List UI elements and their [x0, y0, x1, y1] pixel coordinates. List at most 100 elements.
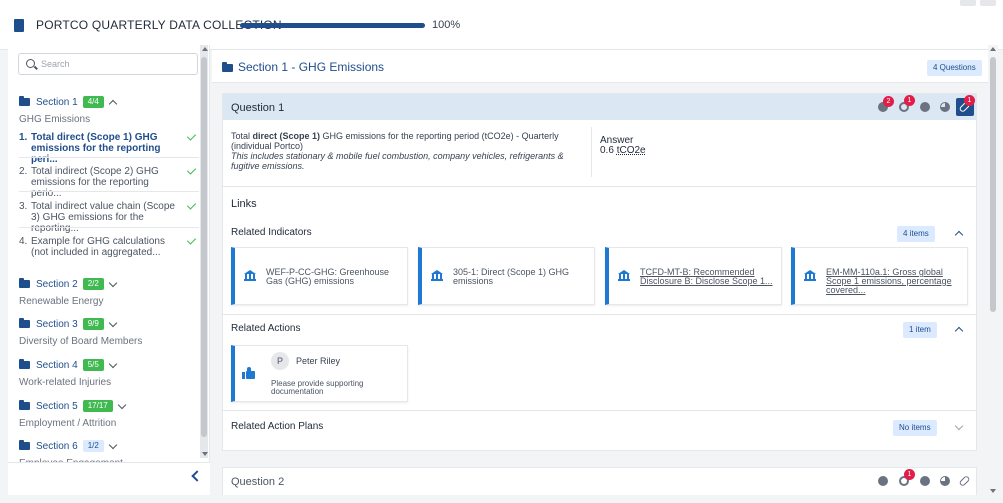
scroll-down-icon[interactable]	[990, 489, 996, 493]
indicator-label: WEF-P-CC-GHG: Greenhouse Gas (GHG) emiss…	[266, 267, 390, 286]
sidebar-section-4[interactable]: Section 4 5/5 Work-related Injuries	[19, 358, 118, 388]
section-heading: Section 1 - GHG Emissions	[238, 60, 384, 74]
question-text-start: Total	[231, 131, 253, 141]
question-text: Total indirect value chain (Scope 3) GHG…	[31, 201, 175, 234]
section-progress-badge: 2/2	[82, 278, 104, 290]
indicator-label: 305-1: Direct (Scope 1) GHG emissions	[453, 267, 570, 286]
search-input[interactable]	[41, 57, 191, 71]
question-text: Total indirect (Scope 2) GHG emissions f…	[31, 166, 159, 199]
window-control-button[interactable]	[980, 0, 996, 6]
actions-count-badge: 1 item	[903, 322, 937, 338]
question-number: 3.	[19, 201, 28, 212]
document-icon	[14, 19, 24, 32]
indicator-link[interactable]: TCFD-MT-B: Recommended Disclosure B: Dis…	[640, 268, 775, 286]
folder-icon	[19, 440, 30, 450]
question-card: Question 1 2 1 1 Total direct (Scope 1) …	[222, 93, 977, 451]
question-header[interactable]: Question 1 2 1 1	[223, 94, 976, 120]
section-label: Section 2	[36, 278, 78, 290]
section-label: Section 3	[36, 318, 78, 330]
chevron-down-icon[interactable]	[108, 359, 118, 368]
related-action-plans-heading: Related Action Plans	[231, 421, 324, 432]
question-text: Total direct (Scope 1) GHG emissions for…	[231, 131, 581, 171]
sidebar-question-4[interactable]: 4. Example for GHG calculations (not inc…	[19, 235, 197, 258]
sidebar-question-1[interactable]: 1. Total direct (Scope 1) GHG emissions …	[19, 131, 197, 165]
section-label: Section 1	[36, 96, 78, 108]
scroll-up-icon[interactable]	[990, 47, 996, 51]
search-box[interactable]	[18, 53, 198, 75]
link-icon[interactable]	[958, 474, 971, 488]
folder-icon	[19, 359, 30, 369]
scrollbar-thumb[interactable]	[201, 57, 207, 437]
section-progress-badge: 4/4	[82, 96, 104, 108]
indicator-card[interactable]: 305-1: Direct (Scope 1) GHG emissions	[418, 247, 595, 305]
scrollbar-thumb[interactable]	[990, 57, 996, 312]
clock-icon[interactable]	[920, 476, 930, 486]
link-count-badge: 1	[964, 95, 975, 106]
clock-icon[interactable]	[920, 102, 930, 112]
chevron-down-icon[interactable]	[108, 278, 118, 287]
sidebar-question-2[interactable]: 2. Total indirect (Scope 2) GHG emission…	[19, 165, 197, 199]
chevron-down-icon[interactable]	[954, 421, 964, 431]
section-progress-badge: 17/17	[82, 400, 113, 412]
question-number: 1.	[19, 132, 28, 143]
question-text: Total direct (Scope 1) GHG emissions for…	[31, 132, 161, 165]
sidebar-section-2[interactable]: Section 2 2/2 Renewable Energy	[19, 277, 118, 307]
divider	[223, 314, 976, 315]
chevron-up-icon[interactable]	[954, 326, 964, 336]
section-name: Employment / Attrition	[19, 418, 117, 429]
divider	[223, 410, 976, 411]
section-label: Section 4	[36, 359, 78, 371]
section-header: Section 1 - GHG Emissions 4 Questions	[212, 50, 988, 83]
indicator-link[interactable]: EM-MM-110a.1: Gross global Scope 1 emiss…	[826, 268, 961, 295]
chevron-up-icon[interactable]	[108, 99, 118, 108]
sidebar: Section 1 4/4 GHG Emissions 1. Total dir…	[8, 45, 210, 495]
sidebar-scrollbar[interactable]	[200, 45, 208, 458]
section-name: Work-related Injuries	[19, 377, 112, 388]
sidebar-question-3[interactable]: 3. Total indirect value chain (Scope 3) …	[19, 200, 197, 234]
chevron-down-icon[interactable]	[108, 318, 118, 327]
question-card[interactable]: Question 2 1	[222, 467, 977, 495]
divider	[19, 157, 199, 158]
section-progress-badge: 5/5	[82, 359, 104, 371]
sidebar-section-3[interactable]: Section 3 9/9 Diversity of Board Members	[19, 317, 142, 347]
progress-bar	[240, 23, 425, 28]
progress-bar-fill	[240, 23, 425, 28]
scroll-up-icon[interactable]	[202, 47, 208, 51]
divider	[591, 127, 592, 177]
check-icon	[186, 131, 197, 141]
institution-icon	[431, 270, 443, 281]
window-control-button[interactable]	[960, 0, 976, 6]
section-progress-badge: 1/2	[82, 440, 104, 452]
question-text-bold: direct (Scope 1)	[252, 131, 321, 141]
section-label: Section 6	[36, 440, 78, 452]
indicator-card[interactable]: TCFD-MT-B: Recommended Disclosure B: Dis…	[605, 247, 782, 305]
chevron-down-icon[interactable]	[117, 400, 126, 409]
progress-label: 100%	[432, 19, 461, 31]
answer-number: 0.6	[600, 145, 614, 156]
question-number: 2.	[19, 166, 28, 177]
question-number: 4.	[19, 236, 28, 247]
question-title: Question 2	[231, 476, 285, 488]
indicator-card[interactable]: WEF-P-CC-GHG: Greenhouse Gas (GHG) emiss…	[231, 247, 408, 305]
chevron-up-icon[interactable]	[954, 230, 964, 240]
section-name: Diversity of Board Members	[19, 336, 143, 347]
section-progress-badge: 9/9	[82, 318, 104, 330]
sidebar-section-1[interactable]: Section 1 4/4 GHG Emissions	[19, 95, 118, 125]
scroll-down-icon[interactable]	[202, 452, 208, 456]
answer-value: 0.6 tCO2e	[600, 145, 646, 156]
top-bar: PORTCO QUARTERLY DATA COLLECTION 100%	[0, 0, 1003, 50]
indicator-card[interactable]: EM-MM-110a.1: Gross global Scope 1 emiss…	[791, 247, 968, 305]
section-name: Renewable Energy	[19, 296, 104, 307]
pie-chart-icon[interactable]	[940, 476, 950, 486]
avatar: P	[271, 352, 289, 370]
main-scrollbar[interactable]	[988, 45, 998, 495]
action-card[interactable]: P Peter Riley Please provide supporting …	[231, 345, 408, 402]
sidebar-section-5[interactable]: Section 5 17/17 Employment / Attrition	[19, 399, 126, 429]
pie-chart-icon[interactable]	[940, 102, 950, 112]
chevron-down-icon[interactable]	[108, 440, 118, 449]
comment-icon[interactable]	[878, 476, 888, 486]
question-body: Total direct (Scope 1) GHG emissions for…	[223, 121, 976, 187]
folder-icon	[19, 96, 30, 106]
folder-icon	[19, 318, 30, 328]
action-note: Please provide supporting documentation	[271, 379, 364, 396]
